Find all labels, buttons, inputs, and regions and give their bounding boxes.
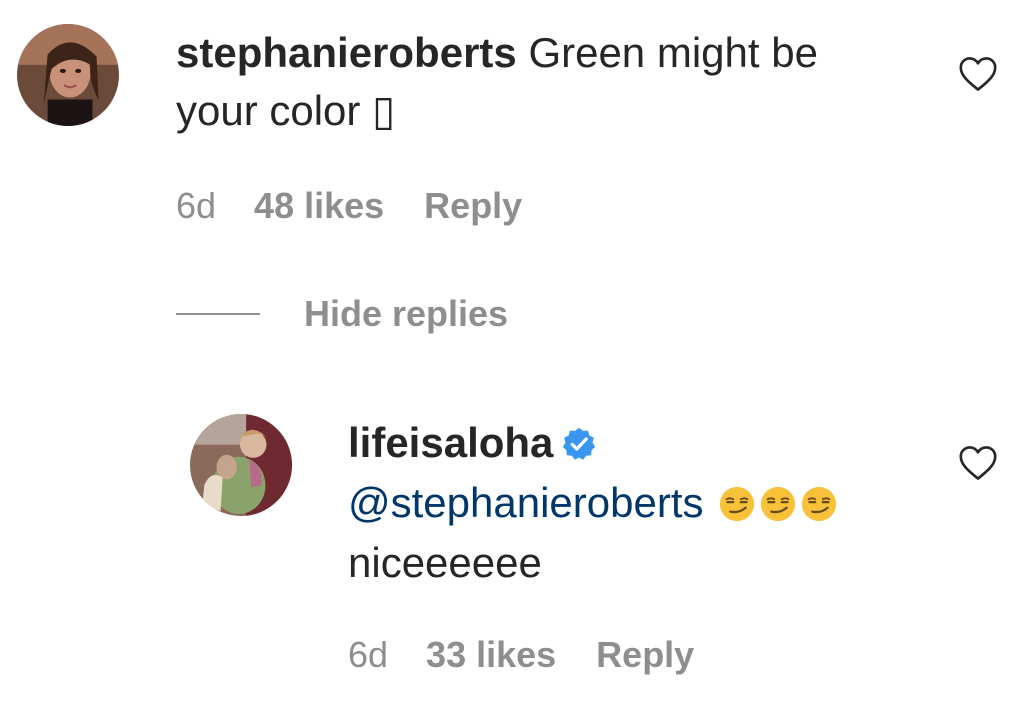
replies-divider-line	[176, 313, 260, 315]
comment-likes-count[interactable]: 48 likes	[254, 185, 384, 227]
reply-header: lifeisaloha	[348, 414, 948, 472]
comment-like-button[interactable]	[958, 56, 998, 92]
reply-line-mention: @stephanieroberts	[348, 474, 948, 532]
smirking-face-emoji	[718, 485, 756, 523]
reply-reply-button[interactable]: Reply	[596, 634, 694, 676]
comment-body: stephanieroberts Green might be your col…	[176, 24, 936, 140]
reply-mention-link[interactable]: @stephanieroberts	[348, 479, 704, 526]
commenter-avatar[interactable]	[17, 24, 119, 126]
verified-badge-icon	[561, 426, 597, 462]
comment-reply-button[interactable]: Reply	[424, 185, 522, 227]
comment-time: 6d	[176, 185, 217, 226]
hide-replies-toggle[interactable]: Hide replies	[176, 293, 508, 335]
comment-text-line1: Green might be	[528, 29, 818, 76]
hide-replies-label: Hide replies	[304, 293, 509, 334]
reply-meta: 6d 33 likes Reply	[348, 634, 694, 676]
smirking-face-emoji	[800, 485, 838, 523]
reply-time: 6d	[348, 634, 389, 675]
reply-body: lifeisaloha @stephanieroberts niceeeeee	[348, 414, 948, 592]
replier-avatar[interactable]	[190, 414, 292, 516]
comment-line-2: your color ▯	[176, 82, 936, 140]
heart-outline-icon	[959, 446, 997, 480]
reply-like-button[interactable]	[958, 445, 998, 481]
comment-line-1: stephanieroberts Green might be	[176, 24, 936, 82]
comment-text-line2: your color ▯	[176, 87, 396, 134]
reply-text: niceeeeee	[348, 539, 542, 586]
reply-likes-count[interactable]: 33 likes	[426, 634, 556, 676]
user-avatar-photo	[17, 24, 119, 126]
comment-meta: 6d 48 likes Reply	[176, 185, 522, 227]
replier-username[interactable]: lifeisaloha	[348, 419, 553, 466]
user-avatar-photo	[190, 414, 292, 516]
smirking-face-emoji	[759, 485, 797, 523]
commenter-username[interactable]: stephanieroberts	[176, 29, 517, 76]
heart-outline-icon	[959, 57, 997, 91]
reply-line-text: niceeeeee	[348, 534, 948, 592]
